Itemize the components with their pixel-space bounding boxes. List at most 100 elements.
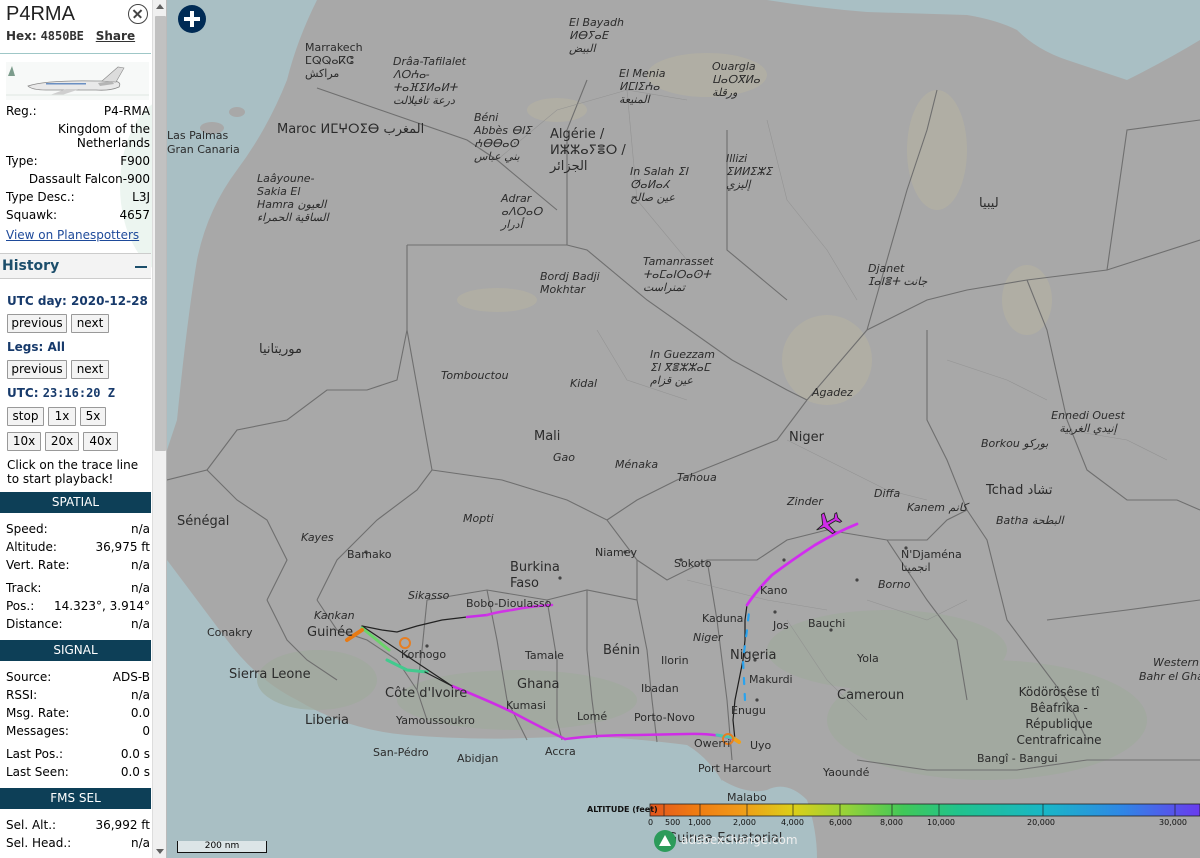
- position-label: Pos.:: [6, 599, 35, 613]
- last-seen-label: Last Seen:: [6, 765, 69, 779]
- map-label-mauritania: موريتانيا: [259, 342, 302, 357]
- track-segment: [360, 626, 391, 652]
- map-label-benin: Bénin: [603, 643, 641, 658]
- map-label-mopti: Mopti: [463, 512, 494, 525]
- map-label-borno: Borno: [878, 578, 911, 591]
- position-value: 14.323°, 3.914°: [54, 599, 150, 613]
- altitude-legend-title: ALTITUDE (feet): [587, 805, 658, 814]
- spatial-section-bar[interactable]: SPATIAL: [0, 492, 151, 513]
- distance-label: Distance:: [6, 617, 63, 631]
- type-desc-value: L3J: [132, 190, 150, 204]
- day-next-button[interactable]: next: [71, 314, 109, 333]
- fms-section-bar[interactable]: FMS SEL: [0, 788, 151, 809]
- speed-10x-button[interactable]: 10x: [7, 432, 41, 451]
- zoom-in-button[interactable]: [178, 5, 206, 33]
- hex-label: Hex:: [6, 29, 37, 43]
- leg-previous-button[interactable]: previous: [7, 360, 67, 379]
- map-label-borkou: Borkou بوركو: [981, 437, 1049, 450]
- divider: [0, 53, 151, 54]
- reg-value: P4-RMA: [103, 104, 150, 118]
- planespotters-link[interactable]: View on Planespotters: [6, 228, 150, 242]
- distance-value: n/a: [130, 617, 150, 631]
- msg-rate-label: Msg. Rate:: [6, 706, 70, 720]
- scroll-down-icon[interactable]: [156, 849, 164, 854]
- map-label-uyo: Uyo: [750, 739, 772, 752]
- map-label-bordj-badji-mokhtar: Bordj Badji Mokhtar: [540, 270, 600, 296]
- legend-tick: 10,000: [927, 818, 955, 827]
- speed-20x-button[interactable]: 20x: [45, 432, 79, 451]
- signal-section-bar[interactable]: SIGNAL: [0, 640, 151, 661]
- map-label-agadez: Agadez: [812, 386, 853, 399]
- sel-alt-value: 36,992 ft: [95, 818, 150, 832]
- speed-1x-button[interactable]: 1x: [48, 407, 76, 426]
- aircraft-icon[interactable]: [811, 507, 845, 539]
- map-label-adrar: Adrar ⴰⴷⵔⴰⵔ أدرار: [501, 192, 543, 231]
- map-label-bahr-el-ghazal: Bahr el Ghazal: [1139, 670, 1200, 683]
- history-header[interactable]: History: [0, 253, 151, 279]
- speed-40x-button[interactable]: 40x: [83, 432, 118, 451]
- utc-time-line: UTC: 23:16:20 Z: [7, 386, 115, 400]
- map-label-el-bayadh: El Bayadh ⵍⴱⵢⴰⴹ البيض: [569, 16, 624, 55]
- map-label-yola: Yola: [857, 652, 879, 665]
- map-label-tombouctou: Tombouctou: [441, 369, 509, 382]
- close-icon[interactable]: [128, 4, 148, 24]
- playback-stop-button[interactable]: stop: [7, 407, 44, 426]
- map-label-sierra-leone: Sierra Leone: [229, 667, 311, 682]
- map-label-batha: Batha البطحة: [996, 514, 1064, 527]
- owner-value: Kingdom of the Netherlands: [58, 122, 150, 150]
- source-value: ADS-B: [112, 670, 150, 684]
- altitude-label: Altitude:: [6, 540, 57, 554]
- utc-time-value: 23:16:20 Z: [42, 386, 115, 400]
- sidebar-scrollbar[interactable]: [152, 0, 166, 858]
- scroll-up-icon[interactable]: [156, 4, 164, 9]
- map-label-western: Western: [1153, 656, 1199, 669]
- map-label-kumasi: Kumasi: [506, 699, 546, 712]
- map-label-kankan: Kankan: [314, 609, 355, 622]
- legend-tick: 8,000: [880, 818, 903, 827]
- map-label-menaka: Ménaka: [615, 458, 659, 471]
- squawk-value: 4657: [119, 208, 150, 222]
- map-label-algeria: Algérie / ⵍⵣⵣⴰⵢⴻⵔ / الجزائر: [550, 127, 626, 174]
- speed-label: Speed:: [6, 522, 48, 536]
- utc-day-line: UTC day: 2020-12-28: [7, 294, 148, 308]
- map-label-marrakech: Marrakech ⵎⵕⵕⴰⴽⵛ مراكش: [305, 41, 363, 80]
- type-value: F900: [120, 154, 150, 168]
- map-label-port-harcourt: Port Harcourt: [698, 762, 772, 775]
- map-label-niger-state: Niger: [693, 631, 723, 644]
- speed-5x-button[interactable]: 5x: [80, 407, 106, 426]
- scrollbar-thumb[interactable]: [155, 16, 166, 451]
- map-label-ilorin: Ilorin: [661, 654, 689, 667]
- callsign-title: P4RMA: [6, 3, 75, 25]
- legend-tick: 6,000: [829, 818, 852, 827]
- reg-label: Reg.:: [6, 104, 37, 118]
- aircraft-photo-icon[interactable]: [6, 62, 149, 100]
- share-link[interactable]: Share: [96, 29, 135, 43]
- adsbexchange-logo-icon[interactable]: [654, 830, 676, 852]
- utc-label: UTC:: [7, 386, 39, 400]
- map-label-malabo: Malabo: [727, 791, 767, 804]
- messages-label: Messages:: [6, 724, 69, 738]
- map-label-bauchi: Bauchi: [808, 617, 846, 630]
- map-label-kaduna: Kaduna: [702, 612, 744, 625]
- map-label-liberia: Liberia: [305, 713, 350, 728]
- map-label-ouargla: Ouargla ⵡⴰⵔⴳⵍⴰ ورقلة: [712, 60, 760, 99]
- legs-label: Legs: All: [7, 340, 66, 354]
- track-segment: [465, 613, 489, 619]
- map-label-tamanrasset: Tamanrasset ⵜⴰⵎⴰⵏⵔⴰⵙⵜ تمنراست: [643, 255, 714, 294]
- map-label-libya: ليبيا: [979, 196, 999, 211]
- leg-next-button[interactable]: next: [71, 360, 109, 379]
- map-label-lome: Lomé: [577, 710, 608, 723]
- map-view[interactable]: Maroc ⵍⵎⵖⵔⵉⴱ المغرب Algérie / ⵍⵣⵣⴰⵢⴻⵔ / …: [167, 0, 1200, 858]
- day-previous-button[interactable]: previous: [7, 314, 67, 333]
- collapse-icon[interactable]: [135, 266, 147, 268]
- vert-rate-label: Vert. Rate:: [6, 558, 70, 572]
- map-label-in-guezzam: In Guezzam ⵉⵏ ⴳⴻⵣⵣⴰⵎ عين قزام: [650, 348, 715, 387]
- legend-tick: 500: [665, 818, 681, 827]
- map-label-bobo-dioulasso: Bobo-Dioulasso: [466, 597, 552, 610]
- rssi-label: RSSI:: [6, 688, 38, 702]
- map-label-accra: Accra: [545, 745, 576, 758]
- map-label-gao: Gao: [553, 451, 575, 464]
- map-label-nigeria: Nigeria: [730, 648, 777, 663]
- adsbexchange-brand[interactable]: adsbexchange.com: [681, 833, 798, 847]
- map-label-laayoune: Laâyoune-Sakia El Hamra العيون الساقية ا…: [257, 172, 329, 224]
